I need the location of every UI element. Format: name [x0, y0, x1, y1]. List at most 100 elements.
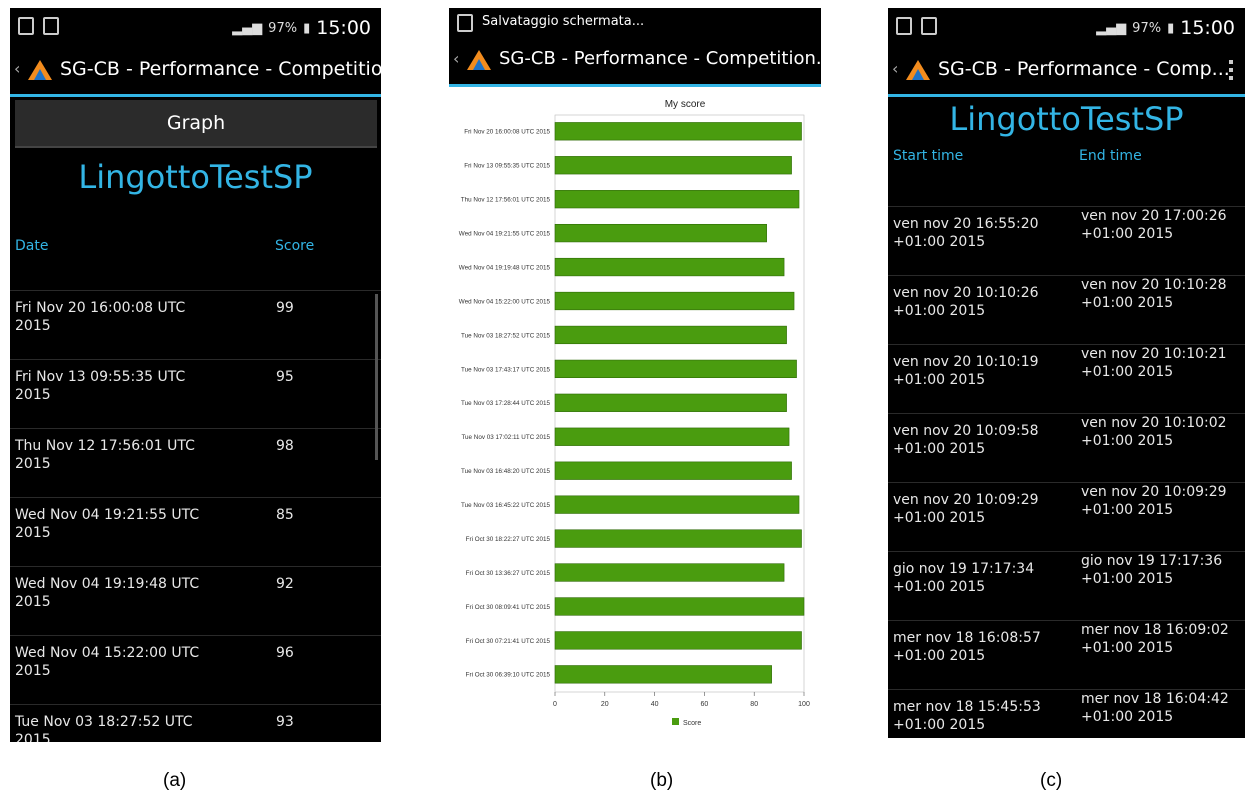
back-chevron-icon[interactable]: ‹ [14, 59, 20, 78]
battery-level: 97% [1132, 20, 1162, 36]
x-tick-label: 100 [798, 701, 810, 708]
bar [554, 257, 785, 277]
table-row[interactable]: Wed Nov 04 19:19:48 UTC 2015 92 [10, 566, 381, 635]
date-cell: Thu Nov 12 17:56:01 UTC 2015 [15, 438, 195, 472]
y-tick-label: Wed Nov 04 15:22:00 UTC 2015 [459, 298, 551, 305]
y-tick-label: Fri Oct 30 06:39:10 UTC 2015 [466, 672, 551, 679]
date-cell: Wed Nov 04 19:21:55 UTC 2015 [15, 507, 200, 541]
phone-screen-b: Salvataggio schermata... ‹ SG-CB - Perfo… [449, 8, 821, 742]
start-time-cell: ven nov 20 10:10:26 +01:00 2015 [893, 285, 1039, 319]
back-chevron-icon[interactable]: ‹ [453, 49, 459, 68]
bar [554, 291, 795, 311]
table-row[interactable]: mer nov 18 15:45:53 +01:00 2015 mer nov 1… [888, 689, 1245, 738]
signal-icon: ▂▄▆ [1096, 20, 1127, 36]
battery-level: 97% [268, 20, 298, 36]
table-row[interactable]: Fri Nov 20 16:00:08 UTC 2015 99 [10, 290, 381, 359]
date-cell: Tue Nov 03 18:27:52 UTC 2015 [15, 714, 193, 742]
y-tick-label: Tue Nov 03 18:27:52 UTC 2015 [461, 332, 551, 339]
overflow-menu-icon[interactable] [1229, 60, 1233, 84]
x-tick-label: 20 [601, 701, 609, 708]
score-bar-chart: My score Fri Nov 20 16:00:08 UTC 2015 Fri … [459, 99, 810, 727]
table-row[interactable]: ven nov 20 16:55:20 +01:00 2015 ven nov 2… [888, 206, 1245, 275]
signal-icon: ▂▄▆ [232, 20, 263, 36]
score-cell: 96 [276, 645, 294, 661]
bar [554, 529, 802, 548]
score-cell: 99 [276, 300, 294, 316]
notification-icon [896, 17, 912, 35]
x-tick-label: 60 [701, 701, 709, 708]
table-row[interactable]: Fri Nov 13 09:55:35 UTC 2015 95 [10, 359, 381, 428]
date-cell: Fri Nov 20 16:00:08 UTC 2015 [15, 300, 186, 334]
status-bar: ▂▄▆ 97% ▮ 15:00 [888, 8, 1245, 46]
phone-screen-c: ▂▄▆ 97% ▮ 15:00 ‹ SG-CB - Performance - Com… [888, 8, 1245, 738]
bar [554, 223, 767, 243]
y-tick-label: Tue Nov 03 17:43:17 UTC 2015 [461, 366, 551, 373]
y-tick-label: Fri Oct 30 13:36:27 UTC 2015 [466, 570, 551, 577]
y-tick-label: Fri Oct 30 08:09:41 UTC 2015 [466, 604, 551, 611]
caption-b: (b) [650, 770, 674, 791]
bar [554, 563, 785, 582]
y-tick-label: Tue Nov 03 16:48:20 UTC 2015 [461, 468, 551, 475]
score-cell: 92 [276, 576, 294, 592]
back-chevron-icon[interactable]: ‹ [892, 59, 898, 78]
bar [554, 393, 787, 412]
table-row[interactable]: ven nov 20 10:09:29 +01:00 2015 ven nov 2… [888, 482, 1245, 551]
caption-a: (a) [163, 770, 187, 791]
start-time-cell: ven nov 20 10:09:58 +01:00 2015 [893, 423, 1039, 457]
chart-title: My score [665, 99, 706, 110]
legend-label: Score [683, 720, 701, 727]
phone-screen-a: ▂▄▆ 97% ▮ 15:00 ‹ SG-CB - Performance - Com… [10, 8, 381, 742]
end-time-cell: ven nov 20 10:10:02 +01:00 2015 [1081, 415, 1227, 449]
score-cell: 93 [276, 714, 294, 730]
status-bar: ▂▄▆ 97% ▮ 15:00 [10, 8, 381, 46]
app-logo-icon[interactable] [465, 46, 493, 72]
table-row[interactable]: ven nov 20 10:10:19 +01:00 2015 ven nov 2… [888, 344, 1245, 413]
table-row[interactable]: mer nov 18 16:08:57 +01:00 2015 mer nov 1… [888, 620, 1245, 689]
notification-icon [18, 17, 34, 35]
scrollbar[interactable] [375, 294, 378, 460]
y-tick-label: Tue Nov 03 17:28:44 UTC 2015 [461, 400, 551, 407]
table-row[interactable]: Wed Nov 04 15:22:00 UTC 2015 96 [10, 635, 381, 704]
y-tick-label: Wed Nov 04 19:19:48 UTC 2015 [459, 264, 551, 271]
table-row[interactable]: Thu Nov 12 17:56:01 UTC 2015 98 [10, 428, 381, 497]
x-tick-label: 40 [651, 701, 659, 708]
table-row[interactable]: gio nov 19 17:17:34 +01:00 2015 gio nov 1… [888, 551, 1245, 620]
y-tick-label: Fri Oct 30 18:22:27 UTC 2015 [466, 536, 551, 543]
table-row[interactable]: Wed Nov 04 19:21:55 UTC 2015 85 [10, 497, 381, 566]
x-tick-label: 80 [750, 701, 758, 708]
bar [554, 325, 787, 345]
app-title: SG-CB - Performance - Competition... [60, 58, 381, 80]
competition-title: LingottoTestSP [78, 158, 313, 196]
end-time-column-header: End time [1079, 148, 1142, 164]
date-cell: Wed Nov 04 19:19:48 UTC 2015 [15, 576, 200, 610]
notification-text: Salvataggio schermata... [482, 14, 645, 29]
start-time-cell: ven nov 20 10:10:19 +01:00 2015 [893, 354, 1039, 388]
caption-c: (c) [1040, 770, 1063, 791]
bar [554, 495, 800, 514]
start-time-cell: gio nov 19 17:17:34 +01:00 2015 [893, 561, 1035, 595]
start-time-cell: mer nov 18 16:08:57 +01:00 2015 [893, 630, 1041, 664]
end-time-cell: mer nov 18 16:04:42 +01:00 2015 [1081, 691, 1229, 725]
app-logo-icon[interactable] [26, 56, 54, 82]
y-tick-label: Tue Nov 03 16:45:22 UTC 2015 [461, 502, 551, 509]
date-column-header: Date [15, 238, 49, 254]
app-logo-icon[interactable] [904, 56, 932, 82]
table-row[interactable]: Tue Nov 03 18:27:52 UTC 2015 93 [10, 704, 381, 742]
end-time-cell: gio nov 19 17:17:36 +01:00 2015 [1081, 553, 1223, 587]
action-bar: ‹ SG-CB - Performance - Comp... [888, 46, 1245, 97]
clock: 15:00 [316, 17, 371, 39]
action-bar: ‹ SG-CB - Performance - Competition... [10, 46, 381, 97]
bar [554, 190, 800, 209]
image-icon [921, 17, 937, 35]
battery-icon: ▮ [1167, 20, 1175, 36]
bar [554, 597, 805, 616]
y-tick-label: Wed Nov 04 19:21:55 UTC 2015 [459, 230, 551, 237]
bar [554, 427, 790, 446]
table-row[interactable]: ven nov 20 10:10:26 +01:00 2015 ven nov 2… [888, 275, 1245, 344]
start-time-cell: ven nov 20 10:09:29 +01:00 2015 [893, 492, 1039, 526]
bar [554, 631, 802, 650]
bar [554, 156, 792, 175]
table-row[interactable]: ven nov 20 10:09:58 +01:00 2015 ven nov 2… [888, 413, 1245, 482]
app-title: SG-CB - Performance - Comp... [938, 58, 1230, 80]
graph-button[interactable]: Graph [15, 100, 377, 148]
